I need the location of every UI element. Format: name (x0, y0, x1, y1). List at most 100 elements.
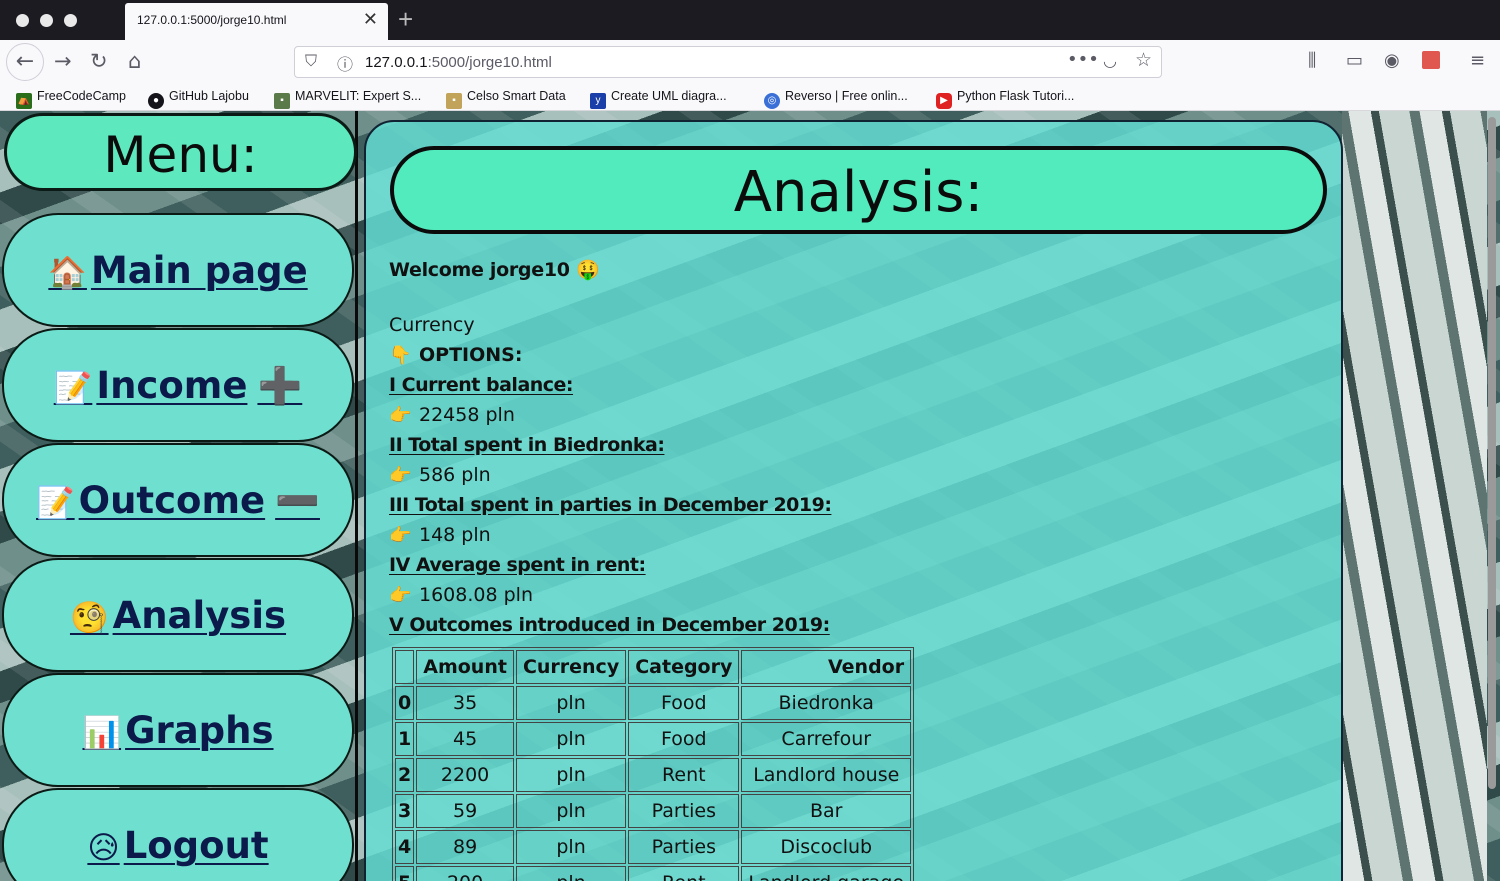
analysis-content: Welcome jorge10 🤑 Currency 👇 OPTIONS: I C… (389, 258, 1289, 640)
url-text: 127.0.0.1:5000/jorge10.html (365, 54, 552, 71)
pointing-right-icon: 👉 (389, 465, 412, 486)
section-value: 👉 586 pln (389, 460, 1289, 490)
table-row: 1 45 pln Food Carrefour (395, 722, 912, 756)
row-index: 5 (395, 866, 415, 881)
section-value: 👉 1608.08 pln (389, 580, 1289, 610)
section-heading: I Current balance: (389, 374, 574, 396)
table-header-row: Amount Currency Category Vendor (395, 650, 912, 684)
table-row: 4 89 pln Parties Discoclub (395, 830, 912, 864)
row-index: 0 (395, 686, 415, 720)
bookmark-item[interactable]: y Create UML diagra... (590, 89, 727, 109)
logout-link[interactable]: 😥 Logout (4, 824, 352, 867)
plus-icon: ➕ (257, 366, 303, 407)
column-header: Category (628, 650, 740, 684)
home-icon[interactable]: ⌂ (128, 49, 141, 73)
menu-item-main-page[interactable]: 🏠 Main page (2, 213, 354, 327)
table-row: 3 59 pln Parties Bar (395, 794, 912, 828)
welcome-message: Welcome jorge10 🤑 (389, 259, 600, 281)
amount-cell: 59 (416, 794, 514, 828)
info-icon[interactable]: ⓘ (337, 51, 353, 75)
pointing-right-icon: 👉 (389, 525, 412, 546)
row-index: 2 (395, 758, 415, 792)
pointing-right-icon: 👉 (389, 405, 412, 426)
window-close-dot[interactable] (16, 14, 29, 27)
bookmarks-toolbar: ⛺ FreeCodeCamp ● GitHub Lajobu ▪ MARVELIT: … (0, 84, 1500, 111)
youtube-icon: ▶ (936, 93, 952, 109)
browser-tab[interactable]: 127.0.0.1:5000/jorge10.html ✕ (125, 3, 388, 40)
column-header (395, 650, 415, 684)
currency-cell: pln (515, 686, 627, 720)
page-scrollbar[interactable] (1488, 117, 1496, 789)
vendor-cell: Biedronka (741, 686, 912, 720)
currency-cell: pln (515, 758, 627, 792)
sidebar-toggle-icon[interactable]: ▭ (1346, 49, 1363, 73)
column-header: Currency (515, 650, 627, 684)
section-heading: II Total spent in Biedronka: (389, 434, 665, 456)
vendor-cell: Carrefour (741, 722, 912, 756)
window-minimize-dot[interactable] (40, 14, 53, 27)
graphs-link[interactable]: 📊 Graphs (4, 709, 352, 752)
vendor-cell: Landlord garage (741, 866, 912, 881)
new-tab-icon[interactable]: + (398, 4, 413, 35)
bookmark-item[interactable]: ◎ Reverso | Free onlin... (764, 89, 908, 109)
bookmark-star-icon[interactable]: ☆ (1135, 49, 1152, 71)
hamburger-menu-icon[interactable]: ≡ (1470, 49, 1485, 73)
main-page-link[interactable]: 🏠 Main page (4, 249, 352, 292)
back-arrow-icon[interactable]: ← (6, 43, 44, 81)
category-cell: Food (628, 722, 740, 756)
category-cell: Parties (628, 794, 740, 828)
pocket-icon[interactable]: ◡ (1103, 51, 1117, 70)
account-icon[interactable]: ◉ (1384, 49, 1400, 73)
menu-item-logout[interactable]: 😥 Logout (2, 788, 354, 881)
library-icon[interactable]: ⫼ (1308, 49, 1316, 73)
menu-item-income[interactable]: 📝 Income ➕ (2, 328, 354, 442)
bookmark-item[interactable]: ▪ MARVELIT: Expert S... (274, 89, 421, 109)
menu-item-outcome[interactable]: 📝 Outcome ➖ (2, 443, 354, 557)
bar-chart-icon: 📊 (82, 715, 122, 751)
address-bar[interactable]: ⛉ ⓘ 127.0.0.1:5000/jorge10.html ••• ◡ ☆ (294, 46, 1162, 78)
section-value: 👉 22458 pln (389, 400, 1289, 430)
outcome-link[interactable]: 📝 Outcome ➖ (4, 479, 352, 522)
section-value: 👉 148 pln (389, 520, 1289, 550)
freecodecamp-icon: ⛺ (16, 93, 32, 109)
amount-cell: 2200 (416, 758, 514, 792)
income-link[interactable]: 📝 Income ➕ (4, 364, 352, 407)
currency-cell: pln (515, 722, 627, 756)
celso-icon: ▪ (446, 93, 462, 109)
vendor-cell: Bar (741, 794, 912, 828)
menu-item-graphs[interactable]: 📊 Graphs (2, 673, 354, 787)
currency-label: Currency (389, 314, 475, 336)
window-zoom-dot[interactable] (64, 14, 77, 27)
bookmark-item[interactable]: ● GitHub Lajobu (148, 89, 249, 109)
money-background (1342, 111, 1487, 881)
analysis-link[interactable]: 🧐 Analysis (4, 594, 352, 637)
row-index: 4 (395, 830, 415, 864)
github-icon: ● (148, 93, 164, 109)
column-header: Vendor (741, 650, 912, 684)
extension-icon[interactable] (1422, 51, 1440, 69)
category-cell: Food (628, 686, 740, 720)
bookmark-item[interactable]: ⛺ FreeCodeCamp (16, 89, 126, 109)
currency-cell: pln (515, 830, 627, 864)
table-row: 2 2200 pln Rent Landlord house (395, 758, 912, 792)
menu-title-box: Menu: (4, 113, 357, 191)
row-index: 1 (395, 722, 415, 756)
page-actions-icon[interactable]: ••• (1067, 49, 1099, 70)
amount-cell: 35 (416, 686, 514, 720)
outcomes-table: Amount Currency Category Vendor 0 35 pln… (392, 647, 915, 881)
money-face-icon: 🤑 (576, 259, 600, 281)
bookmark-item[interactable]: ▶ Python Flask Tutori... (936, 89, 1074, 109)
menu-item-analysis[interactable]: 🧐 Analysis (2, 558, 354, 672)
page-title: Analysis: (733, 160, 984, 225)
close-tab-icon[interactable]: ✕ (363, 9, 378, 30)
reload-icon[interactable]: ↻ (90, 49, 108, 73)
bookmark-item[interactable]: ▪ Celso Smart Data (446, 89, 566, 109)
page-viewport: Menu: 🏠 Main page 📝 Income ➕ 📝 Outcome ➖ 🧐 Ana… (0, 111, 1500, 881)
monocle-face-icon: 🧐 (69, 600, 109, 636)
memo-icon: 📝 (36, 485, 75, 521)
currency-cell: pln (515, 794, 627, 828)
shield-icon[interactable]: ⛉ (305, 51, 317, 71)
category-cell: Rent (628, 866, 740, 881)
vendor-cell: Landlord house (741, 758, 912, 792)
forward-arrow-icon[interactable]: → (54, 49, 72, 73)
